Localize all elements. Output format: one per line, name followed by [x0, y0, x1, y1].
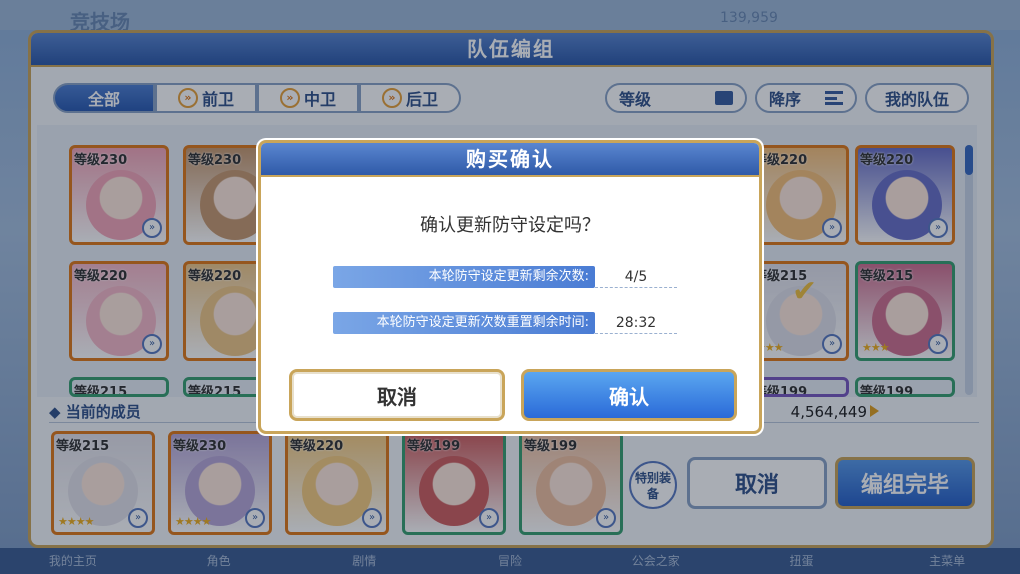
dialog-title: 购买确认 [261, 143, 759, 177]
info-row-reset-time: 本轮防守设定更新次数重置剩余时间: 28:32 [333, 311, 677, 335]
info-label: 本轮防守设定更新次数重置剩余时间: [333, 312, 595, 334]
info-value: 28:32 [595, 312, 677, 334]
info-label: 本轮防守设定更新剩余次数: [333, 266, 595, 288]
dialog-message: 确认更新防守设定吗？ [420, 215, 600, 236]
dialog-confirm-button[interactable]: 确认 [521, 369, 737, 421]
purchase-confirm-dialog: 购买确认 确认更新防守设定吗？ 本轮防守设定更新剩余次数: 4/5 本轮防守设定… [258, 140, 762, 434]
dialog-cancel-button[interactable]: 取消 [289, 369, 505, 421]
info-row-remaining-count: 本轮防守设定更新剩余次数: 4/5 [333, 265, 677, 289]
info-value: 4/5 [595, 266, 677, 288]
